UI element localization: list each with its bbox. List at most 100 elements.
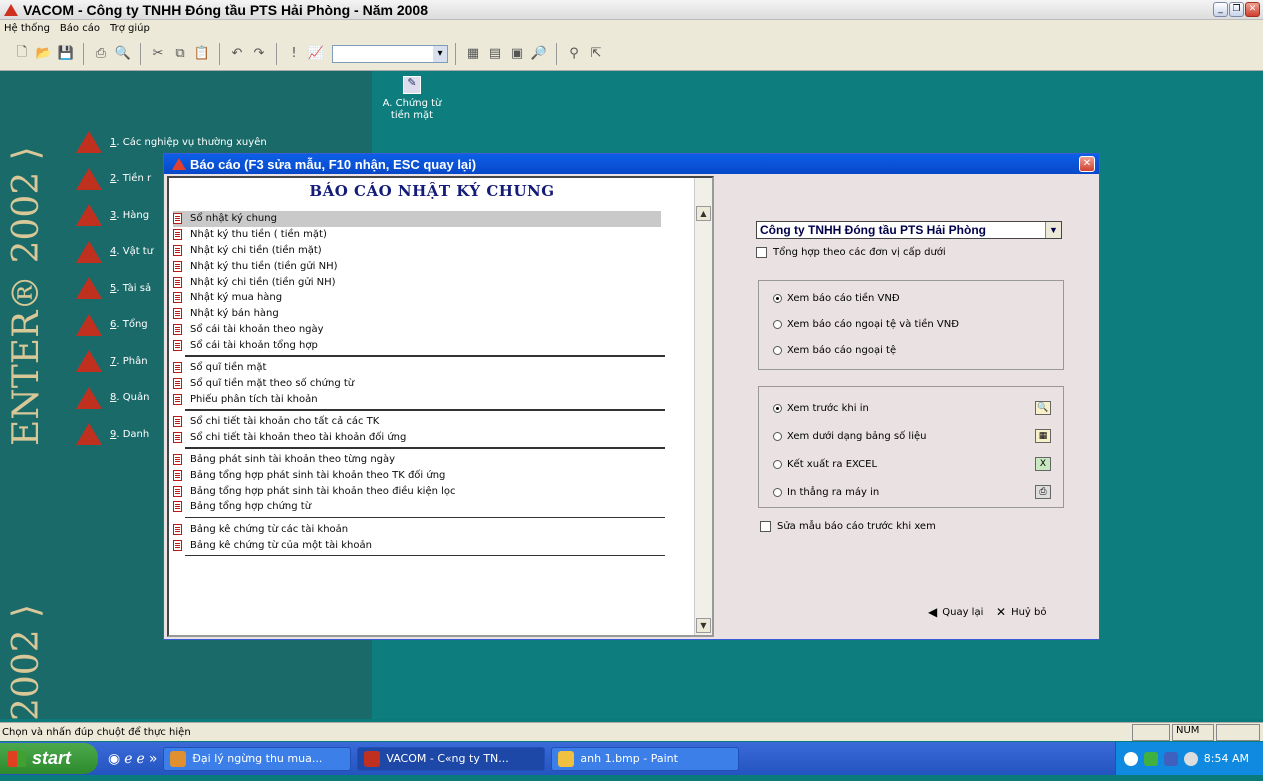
report-item[interactable]: Bảng phát sinh tài khoản theo từng ngày xyxy=(173,452,693,468)
start-button[interactable]: start xyxy=(0,743,98,774)
num-lock-indicator: NUM xyxy=(1172,724,1214,741)
report-item[interactable]: Bảng kê chứng từ của một tài khoản xyxy=(173,537,693,553)
paste-icon[interactable]: 📋 xyxy=(192,44,212,64)
task-browser[interactable]: Đại lý ngừng thu mua... xyxy=(163,746,352,771)
dialog-close-button[interactable]: ✕ xyxy=(1079,156,1095,172)
chevron-right-icon[interactable]: » xyxy=(149,751,158,767)
document-edit-icon: ✎ xyxy=(403,76,421,94)
export-icon[interactable]: ⇱ xyxy=(586,44,606,64)
tray-expand-icon[interactable] xyxy=(1123,751,1138,766)
output-radio-print[interactable]: In thẳng ra máy in xyxy=(773,487,879,498)
cut-icon[interactable]: ✂ xyxy=(148,44,168,64)
print-icon[interactable]: ⎙ xyxy=(91,44,111,64)
grid-icon[interactable]: ▦ xyxy=(463,44,483,64)
report-item[interactable]: Bảng kê chứng từ các tài khoản xyxy=(173,521,693,537)
menu-he-thong[interactable]: Hệ thống xyxy=(4,23,50,34)
report-item[interactable]: Bảng tổng hợp phát sinh tài khoản theo T… xyxy=(173,467,693,483)
report-item[interactable]: Sổ cái tài khoản theo ngày xyxy=(173,322,693,338)
document-icon xyxy=(173,260,182,272)
undo-icon[interactable]: ↶ xyxy=(227,44,247,64)
menu-logo-icon xyxy=(76,313,102,336)
group-separator xyxy=(185,554,665,557)
copy-icon[interactable]: ⧉ xyxy=(170,44,190,64)
report-list[interactable]: BÁO CÁO NHẬT KÝ CHUNG Sổ nhật ký chung N… xyxy=(167,176,714,637)
document-icon xyxy=(173,377,182,389)
properties-icon[interactable]: ▣ xyxy=(507,44,527,64)
excel-icon: X xyxy=(1035,457,1051,471)
print-preview-icon[interactable]: 🔍 xyxy=(113,44,133,64)
report-item[interactable]: Phiếu phân tích tài khoản xyxy=(173,391,693,407)
currency-radio-foreign[interactable]: Xem báo cáo ngoại tệ xyxy=(773,345,896,356)
scroll-up-button[interactable]: ▲ xyxy=(696,206,711,221)
zoom-icon[interactable]: 🔎 xyxy=(529,44,549,64)
document-icon xyxy=(173,244,182,256)
form-icon[interactable]: ▤ xyxy=(485,44,505,64)
speaker-icon[interactable] xyxy=(1183,751,1198,766)
document-icon xyxy=(173,501,182,513)
checkbox-box[interactable] xyxy=(760,521,771,532)
filter-icon[interactable]: ⚲ xyxy=(564,44,584,64)
restore-button[interactable]: ❐ xyxy=(1229,2,1244,17)
currency-radio-vnd[interactable]: Xem báo cáo tiền VNĐ xyxy=(773,293,900,304)
arrow-left-icon: ◀ xyxy=(928,605,938,619)
new-file-icon[interactable]: 🗋 xyxy=(12,44,32,64)
menu-logo-icon xyxy=(76,167,102,190)
report-item[interactable]: Nhật ký thu tiền ( tiền mặt) xyxy=(173,227,693,243)
exclamation-icon[interactable]: ! xyxy=(284,44,304,64)
document-icon xyxy=(173,229,182,241)
dialog-title-bar: Báo cáo (F3 sửa mẫu, F10 nhận, ESC quay … xyxy=(164,154,1099,174)
open-folder-icon[interactable]: 📂 xyxy=(34,44,54,64)
minimize-button[interactable]: _ xyxy=(1213,2,1228,17)
scroll-down-button[interactable]: ▼ xyxy=(696,618,711,633)
network-icon[interactable] xyxy=(1143,751,1158,766)
vacom-icon xyxy=(364,750,381,767)
task-paint[interactable]: anh 1.bmp - Paint xyxy=(551,746,740,771)
menu-tro-giup[interactable]: Trợ giúp xyxy=(110,23,150,34)
report-item[interactable]: Bảng tổng hợp phát sinh tài khoản theo đ… xyxy=(173,483,693,499)
document-icon xyxy=(173,393,182,405)
report-item[interactable]: Nhật ký chi tiền (tiền mặt) xyxy=(173,243,693,259)
report-item[interactable]: Nhật ký chi tiền (tiền gửi NH) xyxy=(173,274,693,290)
status-panel xyxy=(1216,724,1260,741)
checkbox-box[interactable] xyxy=(756,247,767,258)
report-item[interactable]: Nhật ký mua hàng xyxy=(173,290,693,306)
chart-icon[interactable]: 📈 xyxy=(306,44,326,64)
report-item[interactable]: Sổ cái tài khoản tổng hợp xyxy=(173,337,693,353)
shortcut-chung-tu-tien-mat[interactable]: ✎ A. Chứng từ tiền mặt xyxy=(362,76,462,122)
report-item-selected[interactable]: Sổ nhật ký chung xyxy=(173,211,661,227)
consolidate-checkbox[interactable]: Tổng hợp theo các đơn vị cấp dưới xyxy=(756,247,946,258)
cancel-button[interactable]: ✕ Huỷ bỏ xyxy=(996,601,1046,623)
edit-template-checkbox[interactable]: Sửa mẫu báo cáo trước khi xem xyxy=(760,521,936,532)
chevron-down-icon[interactable]: ▼ xyxy=(1045,222,1061,238)
group-separator xyxy=(185,355,665,357)
report-item[interactable]: Sổ quĩ tiền mặt xyxy=(173,360,693,376)
toolbar-combo[interactable] xyxy=(332,44,448,63)
vertical-scrollbar[interactable]: ▲ ▼ xyxy=(694,178,712,635)
company-select[interactable]: Công ty TNHH Đóng tầu PTS Hải Phòng ▼ xyxy=(756,221,1062,239)
windows-flag-icon xyxy=(8,750,26,767)
currency-radio-foreign-vnd[interactable]: Xem báo cáo ngoại tệ và tiền VNĐ xyxy=(773,319,959,330)
report-item[interactable]: Sổ chi tiết tài khoản theo tài khoản đối… xyxy=(173,429,693,445)
browser-icon[interactable]: ◉ xyxy=(108,751,120,767)
output-radio-excel[interactable]: Kết xuất ra EXCEL xyxy=(773,459,877,470)
task-vacom[interactable]: VACOM - C«ng ty TN... xyxy=(357,746,546,771)
close-button[interactable]: ✕ xyxy=(1245,2,1260,17)
ie-icon[interactable]: ℯ xyxy=(124,751,132,767)
output-radio-preview[interactable]: Xem trước khi in xyxy=(773,403,869,414)
redo-icon[interactable]: ↷ xyxy=(249,44,269,64)
quick-launch: ◉ ℯ ℯ » xyxy=(108,751,157,767)
ie-alt-icon[interactable]: ℯ xyxy=(137,751,145,767)
brand-text-lower: 2002 ⟩ xyxy=(6,603,47,721)
menu-bao-cao[interactable]: Báo cáo xyxy=(60,23,100,34)
monitor-icon[interactable] xyxy=(1163,751,1178,766)
report-item[interactable]: Nhật ký thu tiền (tiền gửi NH) xyxy=(173,258,693,274)
back-button[interactable]: ◀ Quay lại xyxy=(928,601,983,623)
menu-logo-icon xyxy=(76,204,102,227)
window-title: VACOM - Công ty TNHH Đóng tầu PTS Hải Ph… xyxy=(23,1,428,18)
report-item[interactable]: Nhật ký bán hàng xyxy=(173,306,693,322)
report-item[interactable]: Sổ quĩ tiền mặt theo số chứng từ xyxy=(173,375,693,391)
save-icon[interactable]: 💾 xyxy=(56,44,76,64)
report-item[interactable]: Bảng tổng hợp chứng từ xyxy=(173,499,693,515)
output-radio-table[interactable]: Xem dưới dạng bảng số liệu xyxy=(773,431,926,442)
report-item[interactable]: Sổ chi tiết tài khoản cho tất cả các TK xyxy=(173,414,693,430)
